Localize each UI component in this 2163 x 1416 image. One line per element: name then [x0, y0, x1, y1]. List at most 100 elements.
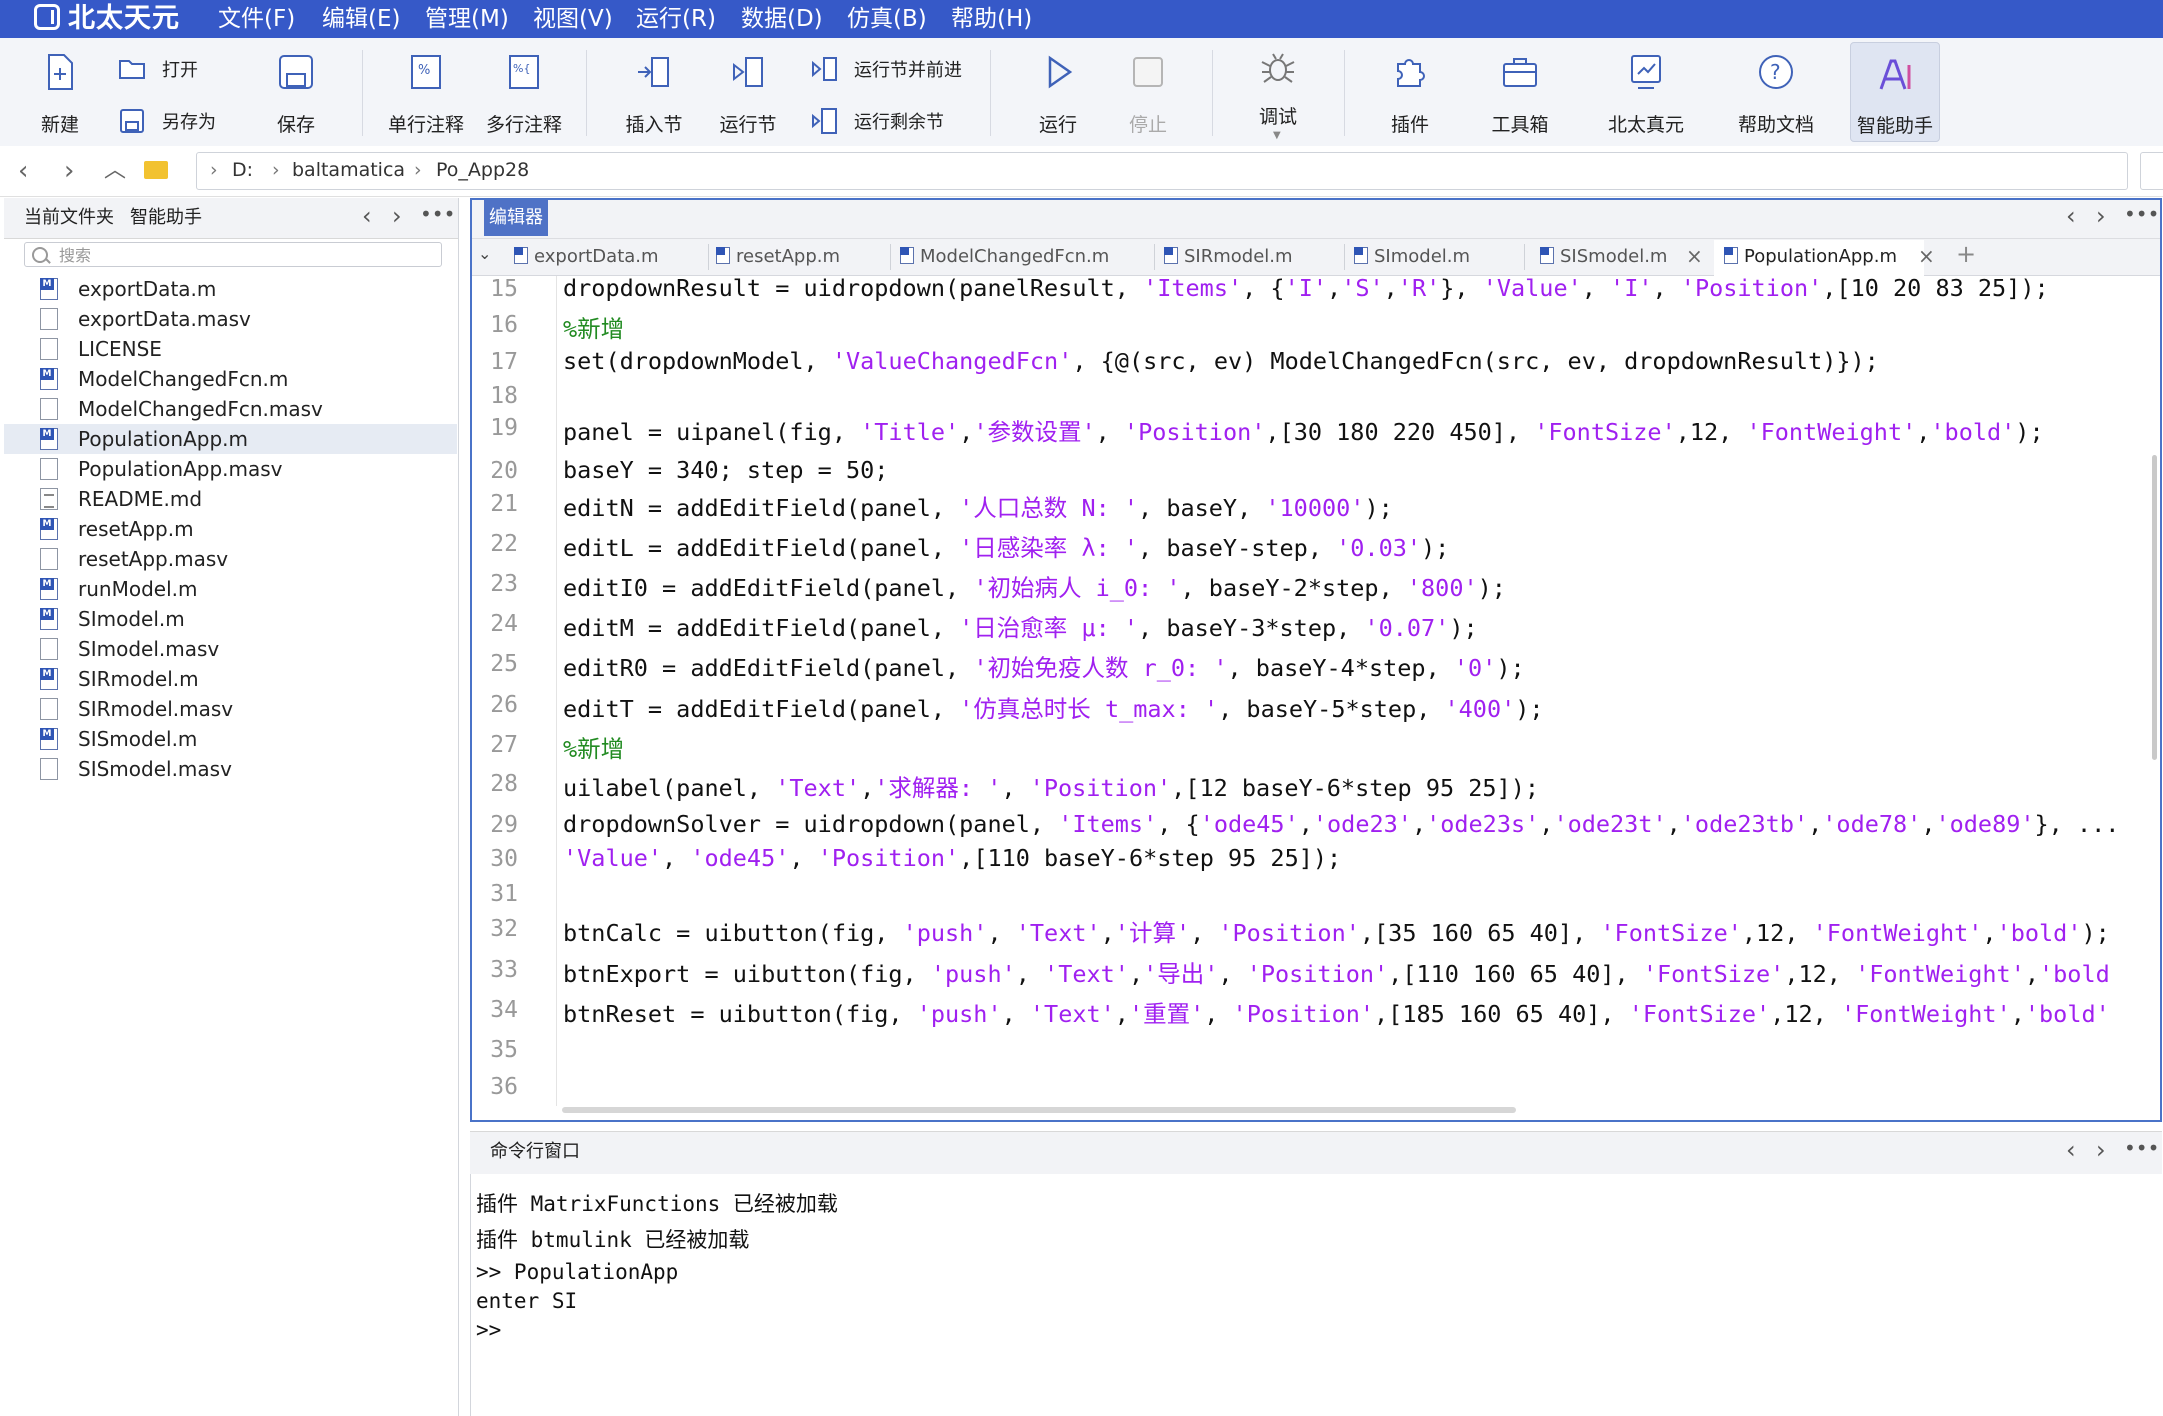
tab-resetApp[interactable]: resetApp.m	[716, 240, 840, 274]
file-item[interactable]: SImodel.m	[4, 604, 457, 634]
menu-simulation[interactable]: 仿真(B)	[847, 0, 927, 38]
code-line[interactable]: editN = addEditField(panel, '人口总数 N: ', …	[563, 489, 1393, 523]
path-search-box[interactable]	[2140, 152, 2163, 190]
add-tab-icon[interactable]: +	[1956, 240, 1976, 268]
stop-button[interactable]: 停止	[1098, 38, 1198, 146]
file-item[interactable]: PopulationApp.m	[4, 424, 457, 454]
folder-icon[interactable]	[144, 161, 168, 179]
code-line[interactable]: %新增	[563, 730, 624, 764]
ai-assistant-button[interactable]: 智能助手	[1850, 42, 1940, 142]
tab-PopulationApp[interactable]: PopulationApp.m	[1714, 240, 1924, 276]
menu-help[interactable]: 帮助(H)	[951, 0, 1032, 38]
breadcrumb-folder[interactable]: baltamatica	[292, 152, 405, 188]
file-search-input[interactable]: 搜索	[24, 242, 442, 267]
editor-prev-icon[interactable]: ‹	[2066, 202, 2076, 230]
tab-SISmodel[interactable]: SISmodel.m	[1540, 240, 1667, 274]
cmd-more-icon[interactable]: •••	[2124, 1136, 2159, 1160]
code-line[interactable]: set(dropdownModel, 'ValueChangedFcn', {@…	[563, 347, 1879, 375]
tabs-dropdown-icon[interactable]: ⌄	[478, 244, 491, 263]
line-number: 15	[490, 276, 518, 302]
code-line[interactable]: btnReset = uibutton(fig, 'push', 'Text',…	[563, 995, 2110, 1029]
file-item[interactable]: exportData.masv	[4, 304, 457, 334]
menu-data[interactable]: 数据(D)	[741, 0, 823, 38]
up-icon[interactable]: ︿	[104, 146, 126, 196]
cmd-next-icon[interactable]: ›	[2096, 1136, 2106, 1164]
file-item[interactable]: LICENSE	[4, 334, 457, 364]
help-docs-button[interactable]: ? 帮助文档	[1726, 38, 1826, 146]
menu-file[interactable]: 文件(F)	[218, 0, 295, 38]
tab-separator	[1154, 244, 1155, 270]
plugins-button[interactable]: 插件	[1360, 38, 1460, 146]
save-button[interactable]: 保存	[246, 38, 346, 146]
file-item[interactable]: resetApp.m	[4, 514, 457, 544]
tab-separator	[1524, 244, 1525, 270]
menu-edit[interactable]: 编辑(E)	[322, 0, 400, 38]
editor-more-icon[interactable]: •••	[2124, 202, 2159, 226]
editor-next-icon[interactable]: ›	[2096, 202, 2106, 230]
new-button[interactable]: 新建	[10, 38, 110, 146]
cmd-prev-icon[interactable]: ‹	[2066, 1136, 2076, 1164]
run-section-button[interactable]: 运行节	[698, 38, 798, 146]
file-item[interactable]: README.md	[4, 484, 457, 514]
file-item[interactable]: ModelChangedFcn.masv	[4, 394, 457, 424]
tab-ai-assistant[interactable]: 智能助手	[130, 198, 202, 238]
file-item[interactable]: SIRmodel.m	[4, 664, 457, 694]
breadcrumb-drive[interactable]: D:	[232, 152, 253, 188]
menu-manage[interactable]: 管理(M)	[425, 0, 509, 38]
menu-run[interactable]: 运行(R)	[636, 0, 716, 38]
horizontal-scrollbar[interactable]	[562, 1107, 1516, 1113]
file-item[interactable]: runModel.m	[4, 574, 457, 604]
ai-assistant-label: 智能助手	[1856, 115, 1933, 137]
code-line[interactable]: 'Value', 'ode45', 'Position',[110 baseY-…	[563, 844, 1341, 872]
code-line[interactable]: editI0 = addEditField(panel, '初始病人 i_0: …	[563, 569, 1506, 603]
toolbox-button[interactable]: 工具箱	[1470, 38, 1570, 146]
file-item[interactable]: PopulationApp.masv	[4, 454, 457, 484]
file-item[interactable]: SISmodel.m	[4, 724, 457, 754]
panel-more-icon[interactable]: •••	[420, 202, 455, 226]
tab-SImodel[interactable]: SImodel.m	[1354, 240, 1470, 274]
tab-current-folder[interactable]: 当前文件夹	[24, 198, 114, 238]
code-line[interactable]: dropdownResult = uidropdown(panelResult,…	[563, 274, 2049, 302]
code-line[interactable]: editT = addEditField(panel, '仿真总时长 t_max…	[563, 690, 1544, 724]
debug-button[interactable]: 调试 ▼	[1228, 38, 1328, 146]
beitai-zhenyuan-button[interactable]: 北太真元	[1596, 38, 1696, 146]
breadcrumb-current[interactable]: Po_App28	[436, 152, 529, 188]
open-folder-icon	[119, 60, 145, 79]
line-number: 34	[490, 997, 518, 1023]
forward-icon[interactable]: ›	[64, 146, 74, 196]
code-line[interactable]: uilabel(panel, 'Text','求解器: ', 'Position…	[563, 769, 1539, 803]
file-item[interactable]: ModelChangedFcn.m	[4, 364, 457, 394]
file-name: resetApp.masv	[78, 547, 229, 571]
file-icon	[40, 338, 58, 360]
close-tab-icon[interactable]: ×	[1686, 244, 1703, 268]
file-item[interactable]: SISmodel.masv	[4, 754, 457, 784]
file-item[interactable]: SImodel.masv	[4, 634, 457, 664]
code-line[interactable]: panel = uipanel(fig, 'Title','参数设置', 'Po…	[563, 413, 2044, 447]
menu-view[interactable]: 视图(V)	[533, 0, 613, 38]
vertical-scrollbar[interactable]	[2152, 455, 2157, 760]
code-line[interactable]: editM = addEditField(panel, '日治愈率 μ: ', …	[563, 609, 1478, 643]
file-name: SISmodel.m	[78, 727, 198, 751]
file-item[interactable]: exportData.m	[4, 274, 457, 304]
comment-block-button[interactable]: %{ 多行注释	[474, 38, 574, 146]
code-line[interactable]: btnExport = uibutton(fig, 'push', 'Text'…	[563, 955, 2110, 989]
file-icon	[40, 308, 58, 330]
code-line[interactable]: dropdownSolver = uidropdown(panel, 'Item…	[563, 810, 2119, 838]
code-line[interactable]: %新增	[563, 310, 624, 344]
tab-exportData[interactable]: exportData.m	[514, 240, 659, 274]
code-line[interactable]: baseY = 340; step = 50;	[563, 456, 888, 484]
m-file-icon	[1354, 246, 1368, 264]
code-line[interactable]: btnCalc = uibutton(fig, 'push', 'Text','…	[563, 914, 2110, 948]
file-item[interactable]: resetApp.masv	[4, 544, 457, 574]
run-section-label: 运行节	[719, 114, 777, 136]
close-tab-icon[interactable]: ×	[1918, 244, 1935, 268]
code-line[interactable]: editR0 = addEditField(panel, '初始免疫人数 r_0…	[563, 649, 1525, 683]
tab-SIRmodel[interactable]: SIRmodel.m	[1164, 240, 1293, 274]
file-item[interactable]: SIRmodel.masv	[4, 694, 457, 724]
code-line[interactable]: editL = addEditField(panel, '日感染率 λ: ', …	[563, 529, 1449, 563]
panel-next-icon[interactable]: ›	[392, 202, 402, 230]
tab-ModelChangedFcn[interactable]: ModelChangedFcn.m	[900, 240, 1109, 274]
back-icon[interactable]: ‹	[18, 146, 28, 196]
puzzle-icon	[1397, 59, 1425, 87]
panel-prev-icon[interactable]: ‹	[362, 202, 372, 230]
